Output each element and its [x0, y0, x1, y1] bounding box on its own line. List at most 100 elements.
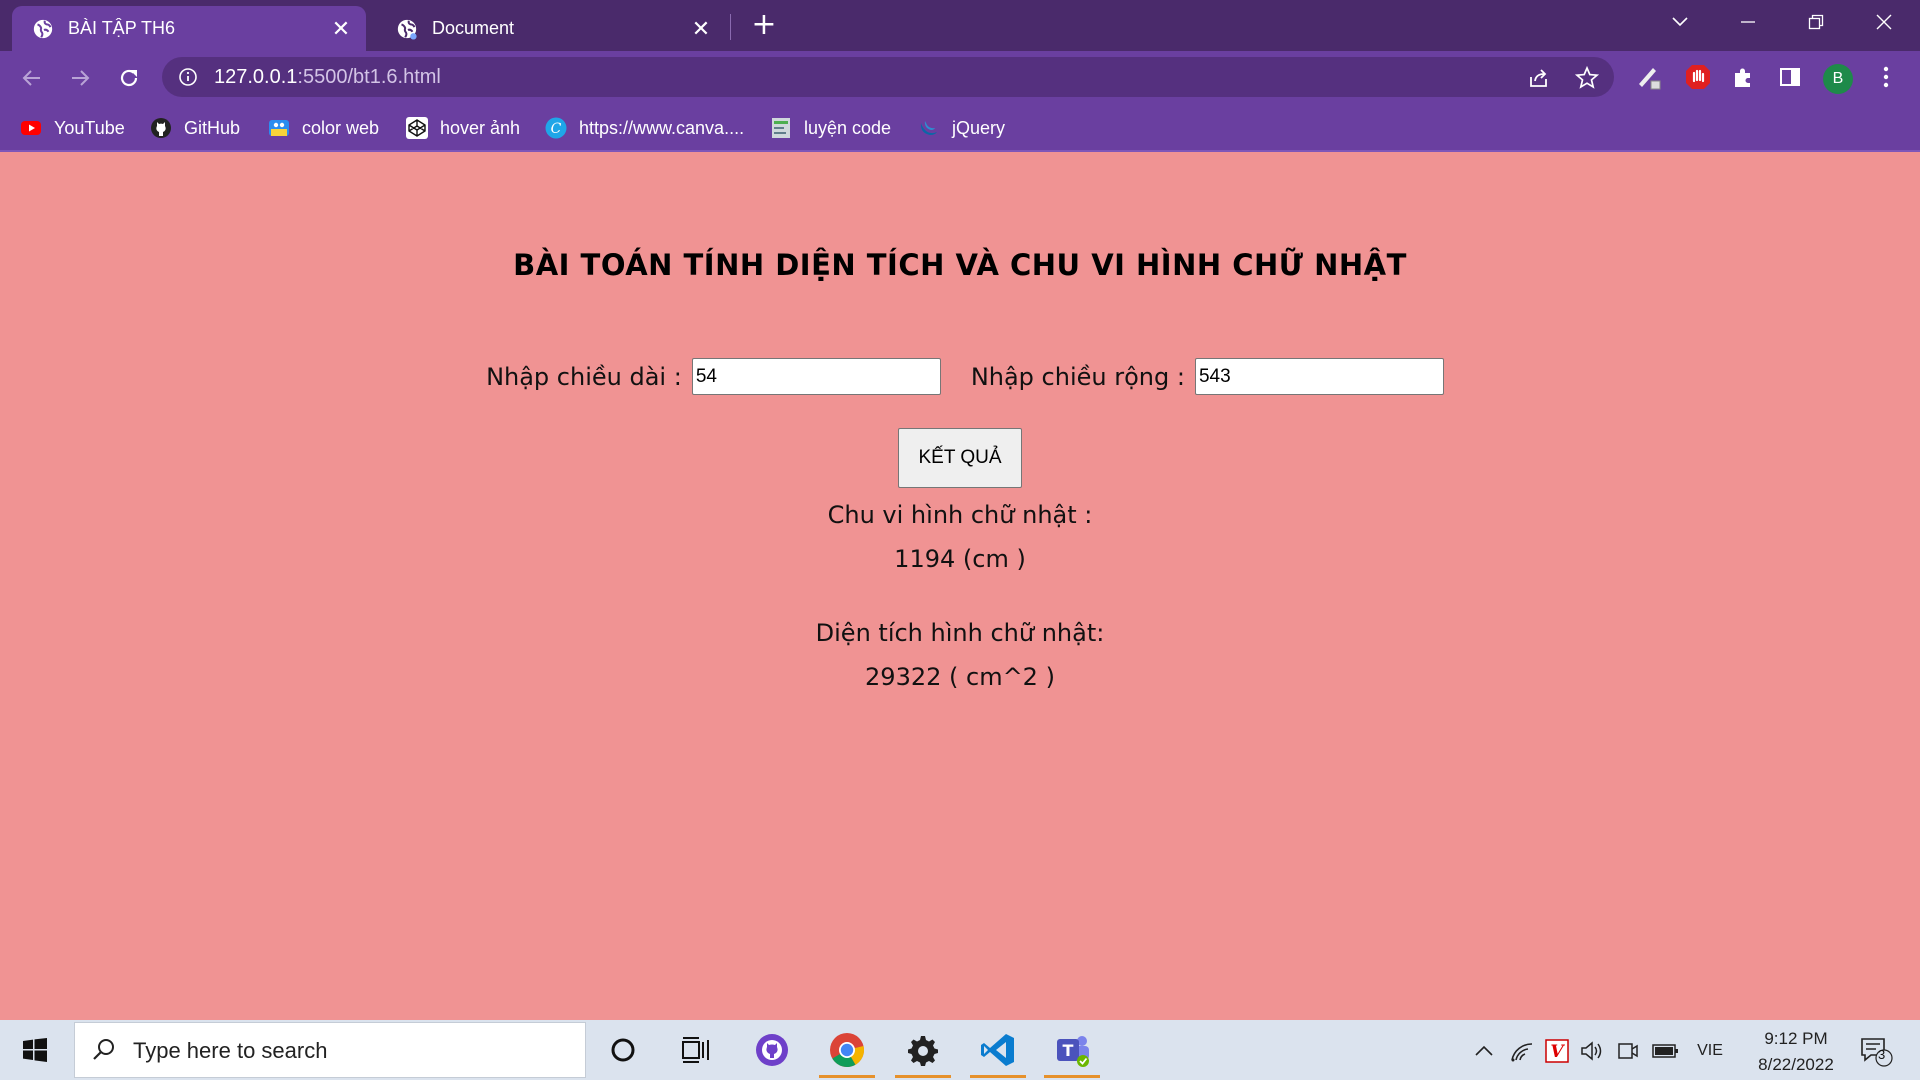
forward-button[interactable] — [63, 61, 97, 95]
vietkey-icon: V — [1545, 1039, 1569, 1063]
profile-avatar[interactable]: B — [1823, 64, 1853, 94]
search-placeholder: Type here to search — [133, 1038, 328, 1063]
bookmark-youtube[interactable]: YouTube — [20, 114, 125, 142]
bookmark-label: GitHub — [184, 117, 241, 138]
notification-count: 3 — [1878, 1047, 1886, 1062]
extensions-button[interactable] — [1727, 61, 1759, 93]
task-view-icon — [682, 1037, 709, 1063]
close-window-button[interactable] — [1856, 0, 1912, 44]
bookmark-color-web[interactable]: color web — [268, 114, 379, 142]
tab-document[interactable]: Document ✕ — [376, 6, 726, 51]
vietkey-status[interactable]: V — [1542, 1038, 1572, 1064]
input-language[interactable]: VIE — [1690, 1038, 1730, 1064]
more-vertical-icon — [1883, 66, 1889, 88]
chevron-up-icon — [1475, 1045, 1493, 1056]
side-panel-icon — [1780, 68, 1800, 86]
clock-time: 9:12 PM — [1764, 1029, 1828, 1048]
globe-icon — [397, 19, 417, 40]
globe-icon — [33, 19, 53, 38]
bookmark-label: hover ảnh — [440, 117, 521, 138]
length-label: Nhập chiều dài : — [486, 362, 682, 391]
extension-pen-button[interactable] — [1634, 61, 1666, 93]
restore-button[interactable] — [1788, 0, 1844, 44]
share-icon[interactable] — [1526, 65, 1552, 91]
bookmark-label: jQuery — [952, 117, 1006, 138]
svg-text:C: C — [551, 121, 562, 137]
show-hidden-icons[interactable] — [1470, 1038, 1498, 1064]
gear-icon — [908, 1036, 938, 1066]
taskbar-chrome[interactable] — [817, 1022, 877, 1078]
start-button[interactable] — [12, 1034, 58, 1066]
arrow-right-icon — [72, 70, 90, 86]
tab-separator — [730, 14, 731, 40]
wifi-icon — [1511, 1043, 1533, 1062]
length-input[interactable] — [691, 358, 941, 395]
close-icon[interactable]: ✕ — [688, 16, 714, 42]
tab-title: Document — [432, 18, 515, 38]
notification-icon — [1861, 1038, 1893, 1067]
teams-icon: T — [1057, 1036, 1089, 1067]
close-icon[interactable]: ✕ — [328, 16, 354, 42]
bookmark-luyen-code[interactable]: luyện code — [770, 114, 891, 142]
width-label: Nhập chiều rộng : — [970, 362, 1185, 391]
minimize-icon — [1741, 21, 1755, 23]
minimize-button[interactable] — [1720, 0, 1776, 44]
info-icon[interactable] — [178, 67, 198, 87]
bookmark-label: luyện code — [804, 117, 892, 138]
hand-stop-icon — [1686, 65, 1710, 89]
chevron-down-icon — [1672, 17, 1688, 27]
notification-center[interactable]: 3 — [1856, 1034, 1896, 1068]
area-value: 29322 ( cm^2 ) — [865, 663, 1055, 691]
pen-icon — [1639, 68, 1661, 90]
clock-date: 8/22/2022 — [1758, 1055, 1834, 1074]
taskbar-github-desktop[interactable] — [742, 1022, 802, 1078]
windows-icon — [23, 1038, 47, 1062]
bookmark-label: YouTube — [54, 117, 125, 138]
taskbar-teams[interactable]: T — [1042, 1022, 1102, 1078]
url-host: 127.0.0.1 — [214, 66, 298, 88]
volume-control[interactable] — [1578, 1038, 1606, 1064]
bookmark-label: https://www.canva.... — [579, 117, 745, 138]
side-panel-button[interactable] — [1774, 61, 1806, 93]
menu-button[interactable] — [1870, 61, 1902, 93]
battery-status[interactable] — [1650, 1038, 1680, 1064]
new-tab-button[interactable]: + — [748, 10, 780, 42]
tab-bai-tap-th6[interactable]: BÀI TẬP TH6 ✕ — [12, 6, 366, 51]
cortana-icon — [611, 1038, 635, 1062]
github-icon — [151, 118, 171, 138]
code-icon — [772, 118, 790, 138]
speaker-icon — [1581, 1041, 1602, 1061]
taskbar-settings[interactable] — [893, 1022, 953, 1078]
url-text[interactable]: 127.0.0.1:5500/bt1.6.html — [214, 66, 441, 89]
url-path: :5500/bt1.6.html — [297, 66, 441, 88]
page-title: BÀI TOÁN TÍNH DIỆN TÍCH VÀ CHU VI HÌNH C… — [513, 248, 1407, 282]
github-desktop-icon — [756, 1034, 788, 1066]
network-status[interactable] — [1508, 1038, 1536, 1064]
bookmark-hover-anh[interactable]: hover ảnh — [406, 114, 520, 142]
bookmark-github[interactable]: GitHub — [150, 114, 240, 142]
taskbar-search[interactable]: Type here to search — [74, 1022, 586, 1078]
vscode-icon — [981, 1034, 1014, 1066]
reload-icon — [120, 69, 138, 87]
taskbar-vscode[interactable] — [968, 1022, 1028, 1078]
address-bar[interactable]: 127.0.0.1:5500/bt1.6.html — [162, 57, 1614, 97]
codepen-icon — [406, 117, 428, 139]
reload-button[interactable] — [112, 61, 146, 95]
result-button[interactable]: KẾT QUẢ — [898, 428, 1022, 488]
extension-blocker-button[interactable] — [1682, 61, 1714, 93]
svg-text:V: V — [1550, 1042, 1565, 1062]
width-input[interactable] — [1194, 358, 1444, 395]
clock[interactable]: 9:12 PM 8/22/2022 — [1736, 1026, 1856, 1078]
meet-now[interactable] — [1614, 1038, 1642, 1064]
bookmark-star-icon[interactable] — [1574, 65, 1600, 91]
tab-search-button[interactable] — [1652, 0, 1708, 44]
color-web-icon — [269, 120, 289, 136]
cortana-button[interactable] — [593, 1022, 653, 1078]
task-view-button[interactable] — [666, 1022, 726, 1078]
bookmark-canva[interactable]: C https://www.canva.... — [545, 114, 744, 142]
bookmark-jquery[interactable]: jQuery — [918, 114, 1005, 142]
svg-text:T: T — [1063, 1041, 1074, 1060]
page-content: BÀI TOÁN TÍNH DIỆN TÍCH VÀ CHU VI HÌNH C… — [0, 153, 1920, 1020]
back-button[interactable] — [15, 61, 49, 95]
close-icon — [1876, 14, 1892, 30]
